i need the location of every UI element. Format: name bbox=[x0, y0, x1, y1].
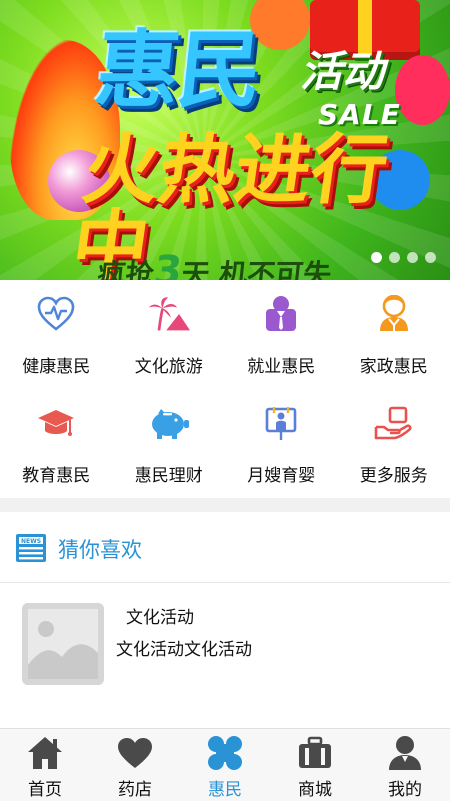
category-label: 惠民理财 bbox=[135, 461, 203, 486]
item-description: 文化活动文化活动 bbox=[116, 635, 252, 660]
category-nanny[interactable]: 月嫂育婴 bbox=[225, 389, 338, 498]
category-health[interactable]: 健康惠民 bbox=[0, 280, 113, 389]
category-label: 更多服务 bbox=[360, 461, 428, 486]
tab-mine[interactable]: 我的 bbox=[360, 729, 450, 801]
carousel-dot[interactable] bbox=[425, 252, 436, 263]
promo-banner[interactable]: 惠民 活动 SALE 火热进行中 疯抢3天 机不可失 bbox=[0, 0, 450, 280]
tab-pharmacy[interactable]: 药店 bbox=[90, 729, 180, 801]
news-icon: NEWS bbox=[16, 534, 46, 562]
tab-label: 商城 bbox=[298, 775, 332, 800]
banner-sub-prefix: 疯抢 bbox=[96, 258, 155, 280]
category-finance[interactable]: 惠民理财 bbox=[113, 389, 226, 498]
tab-home[interactable]: 首页 bbox=[0, 729, 90, 801]
recommend-section-header: NEWS 猜你喜欢 bbox=[0, 512, 450, 583]
balloon-decoration bbox=[395, 55, 450, 125]
business-person-icon bbox=[260, 294, 302, 334]
category-label: 健康惠民 bbox=[22, 352, 90, 377]
category-label: 月嫂育婴 bbox=[247, 461, 315, 486]
heart-pulse-icon bbox=[35, 294, 77, 334]
bottom-tab-bar: 首页 药店 惠民 商城 我的 bbox=[0, 728, 450, 801]
banner-sub-suffix: 天 机不可失 bbox=[180, 258, 333, 280]
banner-title-activity: 活动 bbox=[300, 38, 384, 99]
image-placeholder-icon bbox=[22, 603, 104, 685]
piggy-bank-icon bbox=[148, 403, 190, 443]
category-grid: 健康惠民 文化旅游 就业惠民 家政惠民 教育惠民 惠民理财 月嫂育婴 bbox=[0, 280, 450, 498]
carousel-indicator bbox=[371, 252, 436, 263]
hand-card-icon bbox=[373, 403, 415, 443]
graduation-cap-icon bbox=[35, 403, 77, 443]
category-label: 家政惠民 bbox=[360, 352, 428, 377]
carousel-dot[interactable] bbox=[371, 252, 382, 263]
category-travel[interactable]: 文化旅游 bbox=[113, 280, 226, 389]
heart-icon bbox=[115, 733, 155, 773]
category-label: 就业惠民 bbox=[247, 352, 315, 377]
tab-label: 惠民 bbox=[208, 775, 242, 800]
carousel-dot[interactable] bbox=[389, 252, 400, 263]
tab-huimin[interactable]: 惠民 bbox=[180, 729, 270, 801]
briefcase-icon bbox=[295, 733, 335, 773]
tab-label: 我的 bbox=[388, 775, 422, 800]
banner-subline: 疯抢3天 机不可失 bbox=[96, 248, 334, 280]
category-housekeeping[interactable]: 家政惠民 bbox=[338, 280, 450, 389]
carousel-dot[interactable] bbox=[407, 252, 418, 263]
tab-label: 首页 bbox=[28, 775, 62, 800]
section-title: 猜你喜欢 bbox=[58, 534, 142, 564]
banner-sub-number: 3 bbox=[152, 248, 185, 280]
home-icon bbox=[25, 733, 65, 773]
nanny-icon bbox=[260, 403, 302, 443]
svg-text:NEWS: NEWS bbox=[21, 538, 41, 545]
housekeeper-icon bbox=[373, 294, 415, 334]
category-more[interactable]: 更多服务 bbox=[338, 389, 450, 498]
list-item[interactable]: 文化活动 文化活动文化活动 bbox=[0, 583, 450, 703]
clover-icon bbox=[205, 733, 245, 773]
item-title: 文化活动 bbox=[126, 603, 194, 628]
person-icon bbox=[385, 733, 425, 773]
palm-beach-icon bbox=[148, 294, 190, 334]
tab-label: 药店 bbox=[118, 775, 152, 800]
category-employment[interactable]: 就业惠民 bbox=[225, 280, 338, 389]
tab-mall[interactable]: 商城 bbox=[270, 729, 360, 801]
section-divider bbox=[0, 498, 450, 512]
banner-title-main: 惠民 bbox=[92, 28, 265, 112]
category-label: 教育惠民 bbox=[22, 461, 90, 486]
category-education[interactable]: 教育惠民 bbox=[0, 389, 113, 498]
category-label: 文化旅游 bbox=[135, 352, 203, 377]
